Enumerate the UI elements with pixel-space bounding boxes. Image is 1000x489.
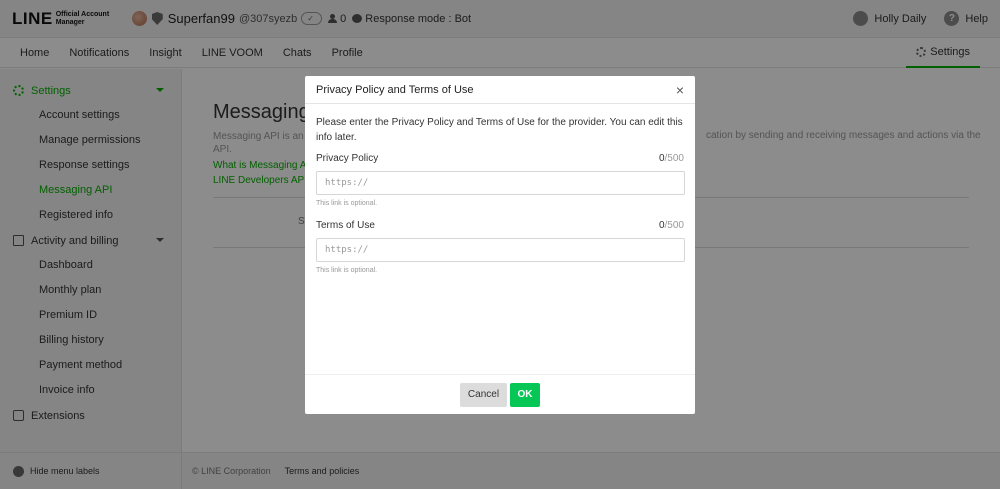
terms-of-use-placeholder: https://: [325, 245, 369, 255]
cancel-button[interactable]: Cancel: [460, 382, 507, 407]
dialog-body: Please enter the Privacy Policy and Term…: [305, 104, 695, 274]
dialog-intro: Please enter the Privacy Policy and Term…: [316, 117, 683, 143]
ok-button[interactable]: OK: [510, 382, 540, 407]
privacy-policy-placeholder: https://: [325, 178, 369, 188]
dialog-title: Privacy Policy and Terms of Use: [316, 83, 474, 96]
terms-field-header: Terms of Use 0/500: [316, 220, 684, 231]
terms-of-use-input[interactable]: https://: [316, 238, 685, 262]
dialog-header: Privacy Policy and Terms of Use ×: [305, 76, 695, 104]
terms-of-use-hint: This link is optional.: [316, 267, 378, 274]
terms-of-use-label: Terms of Use: [316, 220, 375, 231]
privacy-field-header: Privacy Policy 0/500: [316, 153, 684, 164]
privacy-policy-label: Privacy Policy: [316, 153, 379, 164]
close-icon[interactable]: ×: [676, 83, 684, 97]
privacy-policy-hint: This link is optional.: [316, 200, 378, 207]
privacy-terms-dialog: Privacy Policy and Terms of Use × Please…: [305, 76, 695, 414]
terms-char-counter: 0/500: [659, 220, 684, 231]
privacy-char-max: /500: [664, 153, 684, 164]
privacy-policy-input[interactable]: https://: [316, 171, 685, 195]
terms-char-max: /500: [664, 220, 684, 231]
dialog-footer: Cancel OK: [305, 374, 695, 414]
privacy-char-counter: 0/500: [659, 153, 684, 164]
